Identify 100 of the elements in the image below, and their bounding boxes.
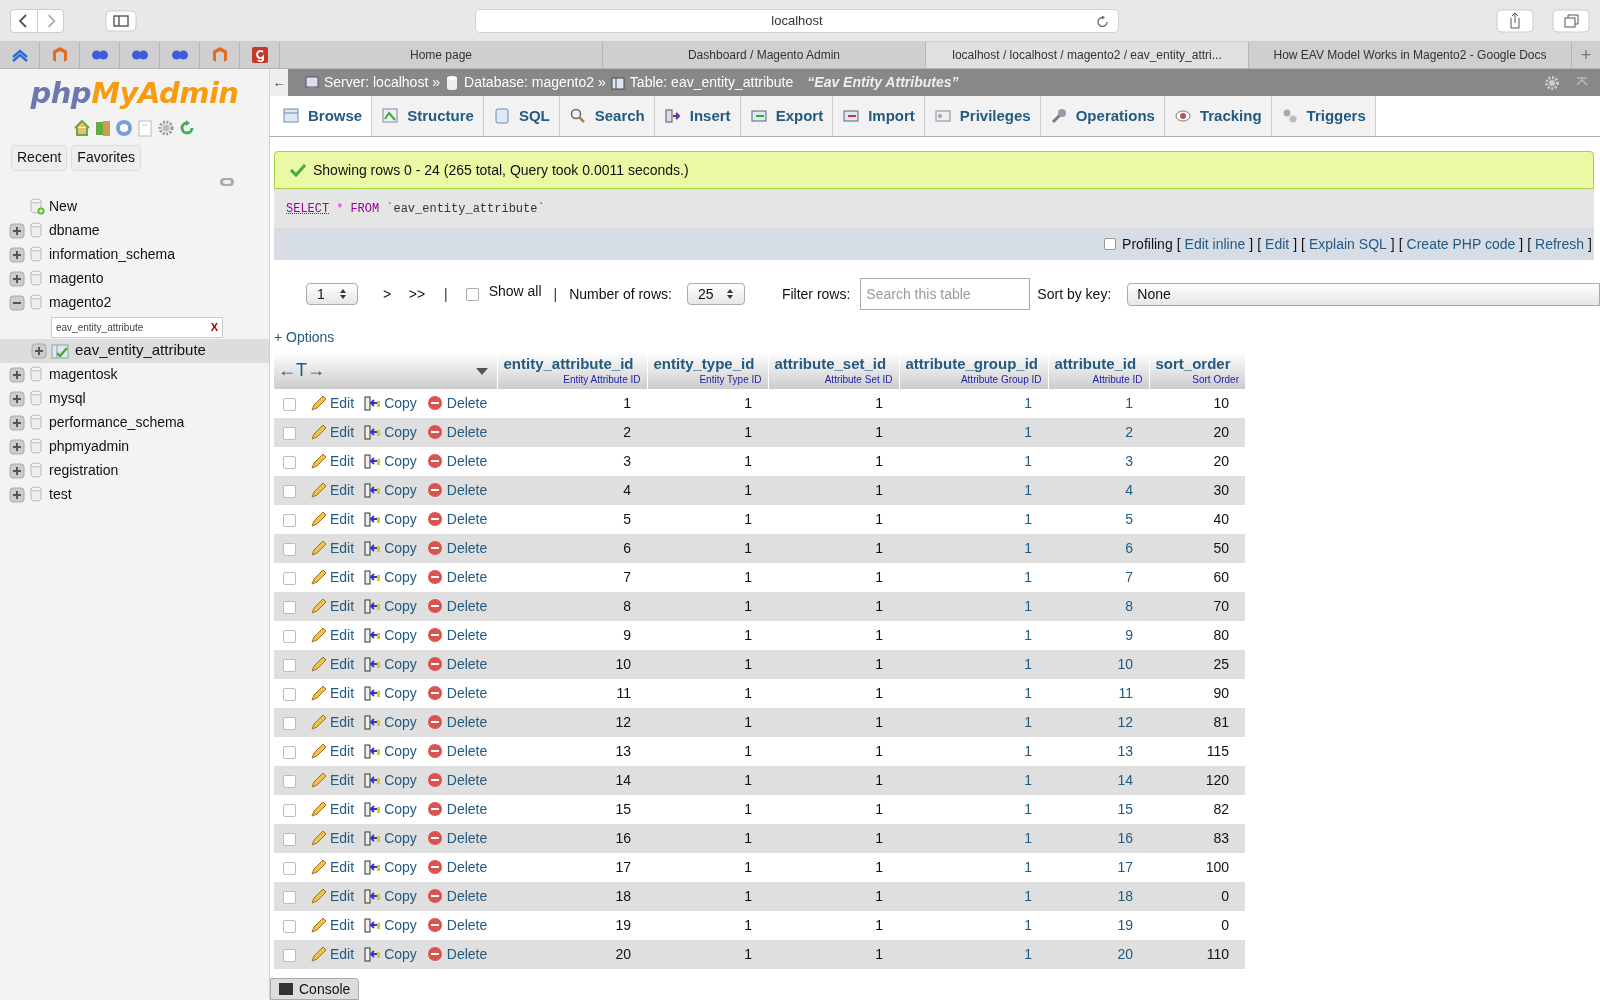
sidebar-button[interactable]: Recent bbox=[11, 144, 68, 171]
tab[interactable]: Operations bbox=[1040, 96, 1165, 136]
table-cell[interactable]: 1 bbox=[899, 882, 1048, 911]
back-button[interactable]: ← bbox=[270, 69, 288, 96]
tree-item[interactable]: magento bbox=[49, 268, 104, 289]
table-cell[interactable]: 1 bbox=[899, 824, 1048, 853]
delete-link[interactable]: Delete bbox=[446, 393, 488, 414]
table-cell[interactable]: 3 bbox=[1048, 447, 1149, 476]
copy-link[interactable]: Copy bbox=[384, 422, 417, 443]
column-header[interactable]: entity_attribute_id Entity Attribute ID bbox=[497, 352, 647, 389]
page-select[interactable]: 1 bbox=[306, 283, 358, 305]
table-cell[interactable]: 1 bbox=[899, 679, 1048, 708]
tab[interactable]: Export bbox=[740, 96, 834, 136]
show-all-checkbox[interactable] bbox=[465, 287, 479, 301]
row-checkbox[interactable] bbox=[282, 687, 296, 701]
settings-icon[interactable] bbox=[157, 118, 175, 137]
breadcrumb-link[interactable]: Server: localhost bbox=[324, 72, 429, 93]
expand-icon[interactable] bbox=[31, 342, 47, 359]
breadcrumb-link[interactable]: Database: magento2 bbox=[464, 72, 595, 93]
link[interactable]: Edit bbox=[1265, 233, 1290, 255]
address-bar[interactable]: localhost bbox=[475, 8, 1119, 33]
row-checkbox[interactable] bbox=[282, 832, 296, 846]
table-cell[interactable]: 12 bbox=[1048, 708, 1149, 737]
row-checkbox[interactable] bbox=[282, 542, 296, 556]
tab[interactable]: Structure bbox=[372, 96, 484, 136]
table-cell[interactable]: 16 bbox=[1048, 824, 1149, 853]
edit-link[interactable]: Edit bbox=[330, 915, 355, 936]
tab[interactable]: Triggers bbox=[1271, 96, 1376, 136]
table-cell[interactable]: 1 bbox=[899, 650, 1048, 679]
copy-link[interactable]: Copy bbox=[384, 712, 417, 733]
link[interactable]: Explain SQL bbox=[1309, 233, 1387, 255]
delete-link[interactable]: Delete bbox=[446, 770, 488, 791]
document-icon[interactable] bbox=[136, 118, 154, 137]
link[interactable]: Edit inline bbox=[1184, 233, 1246, 255]
row-checkbox[interactable] bbox=[282, 890, 296, 904]
table-cell[interactable]: 1 bbox=[899, 940, 1048, 969]
column-header[interactable]: entity_type_id Entity Type ID bbox=[647, 352, 768, 389]
tree-item[interactable]: mysql bbox=[49, 388, 86, 409]
rows-select[interactable]: 25 bbox=[686, 283, 745, 305]
row-checkbox[interactable] bbox=[282, 513, 296, 527]
settings-icon[interactable] bbox=[1544, 74, 1560, 91]
row-checkbox[interactable] bbox=[282, 426, 296, 440]
table-cell[interactable]: 1 bbox=[899, 737, 1048, 766]
delete-link[interactable]: Delete bbox=[446, 886, 488, 907]
tree-item[interactable]: test bbox=[49, 484, 72, 505]
copy-link[interactable]: Copy bbox=[384, 828, 417, 849]
row-checkbox[interactable] bbox=[282, 397, 296, 411]
edit-link[interactable]: Edit bbox=[330, 451, 355, 472]
table-cell[interactable]: 10 bbox=[1048, 650, 1149, 679]
table-cell[interactable]: 14 bbox=[1048, 766, 1149, 795]
edit-link[interactable]: Edit bbox=[330, 828, 355, 849]
row-checkbox[interactable] bbox=[282, 861, 296, 875]
table-cell[interactable]: 1 bbox=[899, 563, 1048, 592]
copy-link[interactable]: Copy bbox=[384, 770, 417, 791]
tree-item[interactable]: performance_schema bbox=[49, 412, 185, 433]
expand-icon[interactable] bbox=[9, 414, 25, 431]
copy-link[interactable]: Copy bbox=[384, 886, 417, 907]
delete-link[interactable]: Delete bbox=[446, 712, 488, 733]
edit-link[interactable]: Edit bbox=[330, 567, 355, 588]
table-cell[interactable]: 15 bbox=[1048, 795, 1149, 824]
delete-link[interactable]: Delete bbox=[446, 625, 488, 646]
tree-item[interactable]: dbname bbox=[49, 220, 100, 241]
tab[interactable]: Insert bbox=[654, 96, 741, 136]
copy-link[interactable]: Copy bbox=[384, 625, 417, 646]
column-arrows[interactable]: ←T→ bbox=[278, 357, 325, 384]
column-header[interactable]: attribute_id Attribute ID bbox=[1048, 352, 1149, 389]
tree-item[interactable]: magento2 bbox=[49, 292, 112, 313]
copy-link[interactable]: Copy bbox=[384, 567, 417, 588]
edit-link[interactable]: Edit bbox=[330, 712, 355, 733]
column-header[interactable]: attribute_group_id Attribute Group ID bbox=[899, 352, 1048, 389]
edit-link[interactable]: Edit bbox=[330, 770, 355, 791]
tree-item[interactable]: information_schema bbox=[49, 244, 176, 265]
options-link[interactable]: + Options bbox=[274, 327, 335, 348]
sort-arrow-icon[interactable] bbox=[474, 365, 489, 376]
column-header[interactable]: attribute_set_id Attribute Set ID bbox=[768, 352, 899, 389]
sidebar-button[interactable]: Favorites bbox=[71, 144, 141, 171]
reload-icon[interactable] bbox=[178, 118, 196, 137]
copy-link[interactable]: Copy bbox=[384, 538, 417, 559]
edit-link[interactable]: Edit bbox=[330, 799, 355, 820]
copy-link[interactable]: Copy bbox=[384, 683, 417, 704]
copy-link[interactable]: Copy bbox=[384, 480, 417, 501]
copy-link[interactable]: Copy bbox=[384, 799, 417, 820]
delete-link[interactable]: Delete bbox=[446, 683, 488, 704]
copy-link[interactable]: Copy bbox=[384, 596, 417, 617]
table-cell[interactable]: 17 bbox=[1048, 853, 1149, 882]
help-icon[interactable] bbox=[115, 118, 133, 137]
row-checkbox[interactable] bbox=[282, 484, 296, 498]
edit-link[interactable]: Edit bbox=[330, 422, 355, 443]
expand-icon[interactable] bbox=[9, 222, 25, 239]
edit-link[interactable]: Edit bbox=[330, 741, 355, 762]
row-checkbox[interactable] bbox=[282, 629, 296, 643]
row-checkbox[interactable] bbox=[282, 658, 296, 672]
edit-link[interactable]: Edit bbox=[330, 509, 355, 530]
table-cell[interactable]: 2 bbox=[1048, 418, 1149, 447]
console-button[interactable]: Console bbox=[270, 978, 360, 1000]
copy-link[interactable]: Copy bbox=[384, 857, 417, 878]
row-checkbox[interactable] bbox=[282, 571, 296, 585]
edit-link[interactable]: Edit bbox=[330, 654, 355, 675]
table-cell[interactable]: 7 bbox=[1048, 563, 1149, 592]
delete-link[interactable]: Delete bbox=[446, 654, 488, 675]
